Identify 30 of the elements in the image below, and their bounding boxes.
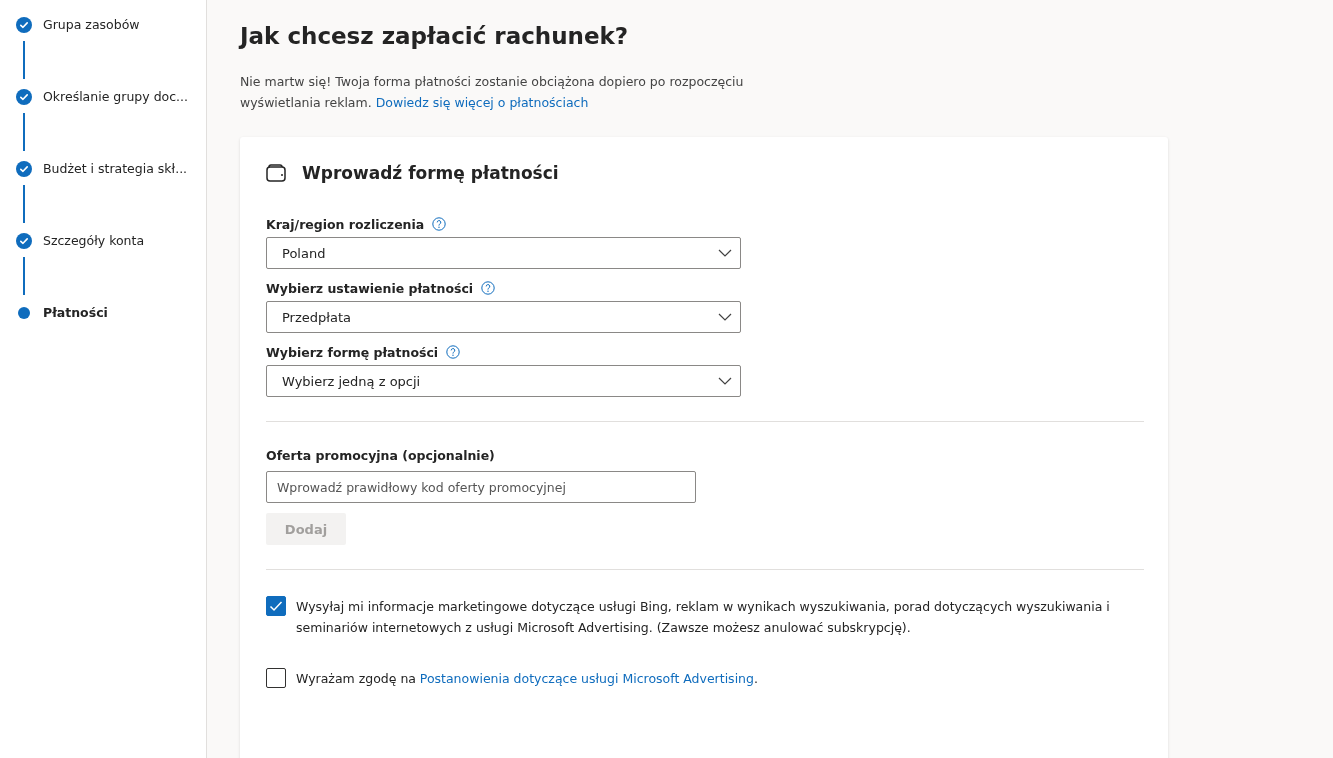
dropdown[interactable]: Przedpłata xyxy=(266,301,741,333)
step-link[interactable]: Budżet i strategia skł... xyxy=(43,160,188,178)
chevron-down-icon xyxy=(718,377,732,385)
help-icon[interactable] xyxy=(481,281,496,295)
terms-link[interactable]: Postanowienia dotyczące usługi Microsoft Advertising xyxy=(419,671,754,686)
step-link[interactable]: Grupa zasobów xyxy=(43,16,140,34)
checkbox[interactable] xyxy=(266,668,286,688)
promo-code-field[interactable]: Wprowadź prawidłowy kod oferty promocyjnej xyxy=(266,471,696,503)
help-icon[interactable] xyxy=(446,345,461,359)
field-label: Oferta promocyjna (opcjonalnie) xyxy=(266,448,496,463)
dropdown[interactable]: Poland xyxy=(266,237,741,269)
chevron-down-icon xyxy=(718,313,732,321)
help-icon[interactable] xyxy=(432,217,447,231)
dropdown[interactable]: Wybierz jedną z opcji xyxy=(266,365,741,397)
step-link[interactable]: Określanie grupy doc... xyxy=(43,88,188,106)
field-label: Wybierz formę płatności xyxy=(266,344,439,360)
chevron-down-icon xyxy=(718,249,732,257)
field-label: Kraj/region rozliczenia xyxy=(266,216,425,232)
step-link[interactable]: Płatności xyxy=(43,304,108,322)
checkmark-icon xyxy=(269,600,283,612)
checkbox-label: Wyrażam zgodę na Postanowienia dotyczące usługi Microsoft Advertising. xyxy=(296,670,759,688)
card-title: Wprowadź formę płatności xyxy=(302,163,559,183)
checkbox-label: Wysyłaj mi informacje marketingowe dotyczące usługi Bing, reklam w wynikach wyszukiwania, porad dotyczących wyszukiwania i seminariów internetowych z usługi Microsoft Advertising. (Zawsze możesz anulować subskrypcję). xyxy=(296,598,1111,637)
page-description: Nie martw się! Twoja forma płatności zostanie obciążona dopiero po rozpoczęciu wyświetlania reklam. Dowiedz się więcej o płatnościach xyxy=(240,73,745,112)
step-link[interactable]: Szczegóły konta xyxy=(43,232,145,250)
page-title: Jak chcesz zapłacić rachunek? xyxy=(240,22,630,51)
checkbox[interactable] xyxy=(266,596,286,616)
learn-more-link[interactable]: Dowiedz się więcej o płatnościach xyxy=(375,95,589,110)
wallet-icon xyxy=(266,164,286,182)
field-label: Wybierz ustawienie płatności xyxy=(266,280,474,296)
